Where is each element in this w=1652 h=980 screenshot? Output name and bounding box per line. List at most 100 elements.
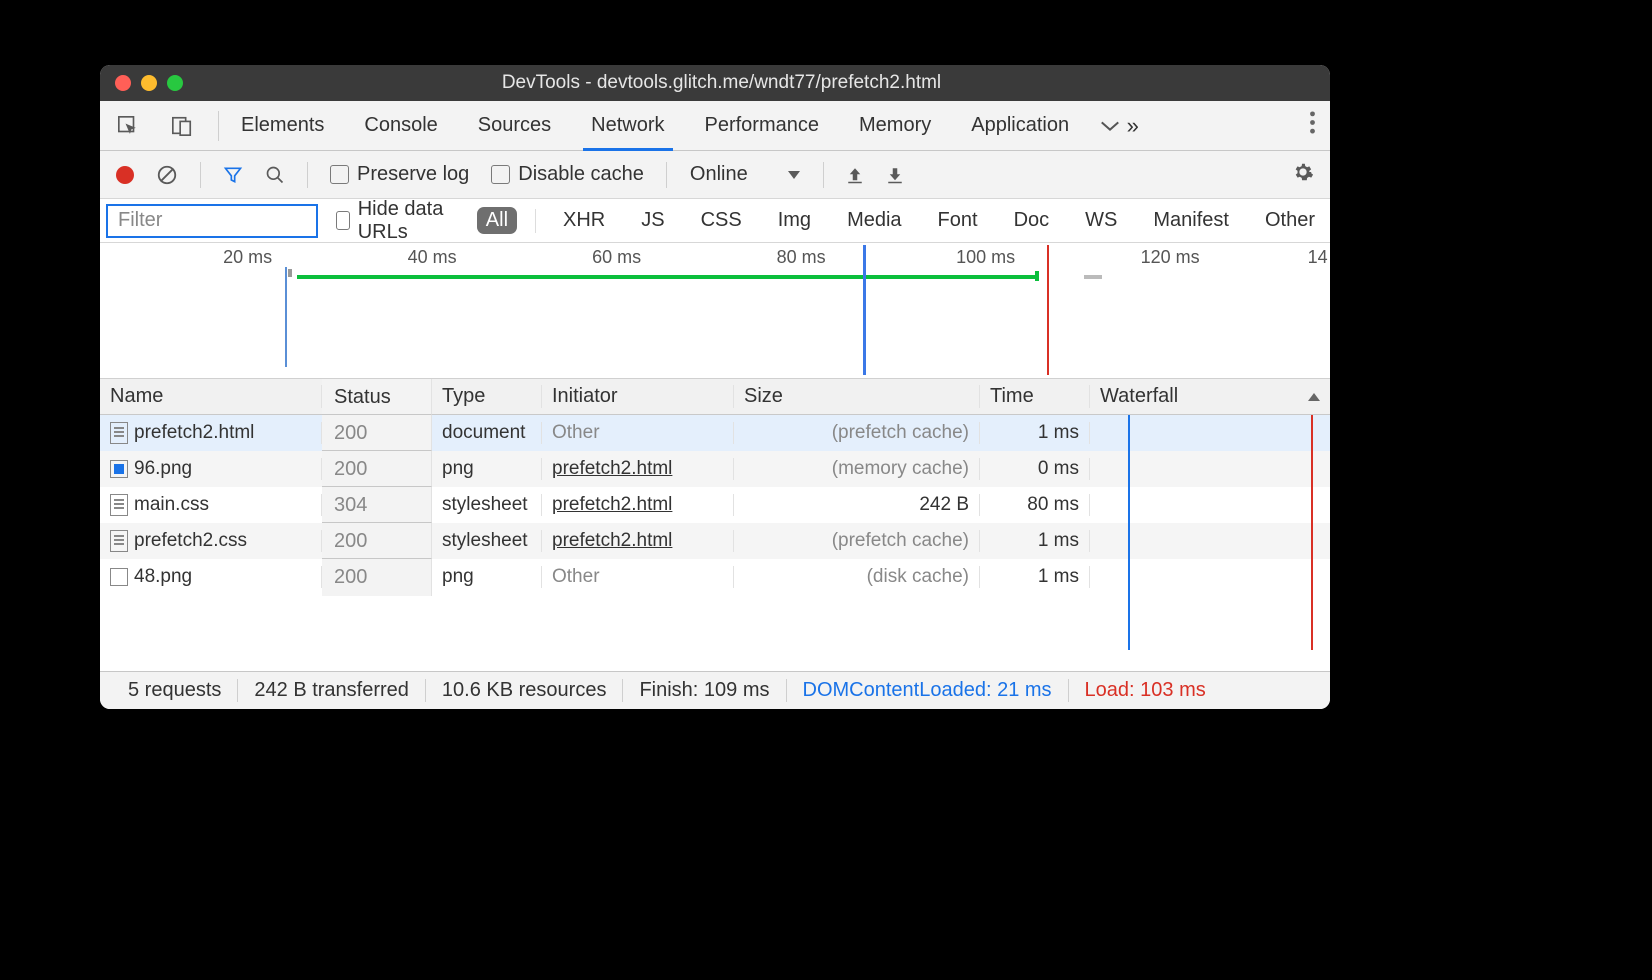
devtools-menu-icon[interactable]: [1309, 111, 1316, 140]
tab-memory[interactable]: Memory: [859, 114, 931, 137]
col-initiator[interactable]: Initiator: [542, 385, 734, 408]
request-name: prefetch2.css: [134, 530, 247, 552]
inspect-element-icon[interactable]: [114, 112, 142, 140]
request-initiator[interactable]: prefetch2.html: [542, 458, 734, 480]
request-size: (memory cache): [734, 458, 980, 480]
filter-chip-css[interactable]: CSS: [692, 207, 751, 234]
filter-chip-ws[interactable]: WS: [1076, 207, 1126, 234]
filter-bar: Filter Hide data URLs All XHR JS CSS Img Medi…: [100, 199, 1330, 243]
col-name[interactable]: Name: [100, 385, 322, 408]
request-name: prefetch2.html: [134, 422, 254, 444]
network-toolbar: Preserve log Disable cache Online: [100, 151, 1330, 199]
col-status[interactable]: Status: [322, 379, 432, 416]
disable-cache-checkbox[interactable]: Disable cache: [491, 163, 644, 186]
file-icon: [110, 530, 128, 552]
status-bar: 5 requests 242 B transferred 10.6 KB res…: [100, 671, 1330, 709]
tab-sources[interactable]: Sources: [478, 114, 551, 137]
more-tabs-icon[interactable]: »: [1099, 113, 1139, 139]
table-header: Name Status Type Initiator Size Time Wat…: [100, 379, 1330, 415]
request-initiator[interactable]: prefetch2.html: [542, 494, 734, 516]
request-time: 80 ms: [980, 494, 1090, 516]
request-status: 304: [322, 486, 432, 524]
tab-console[interactable]: Console: [364, 114, 437, 137]
request-initiator: Other: [542, 422, 734, 444]
request-status: 200: [322, 522, 432, 560]
request-status: 200: [322, 450, 432, 488]
timeline-tick: 80 ms: [777, 247, 826, 268]
minimize-window-button[interactable]: [141, 75, 157, 91]
throttling-select[interactable]: Online: [689, 162, 801, 187]
sort-asc-icon: [1308, 393, 1320, 401]
filter-chip-doc[interactable]: Doc: [1005, 207, 1059, 234]
hide-data-urls-checkbox[interactable]: Hide data URLs: [336, 198, 459, 244]
filter-input[interactable]: Filter: [106, 204, 318, 238]
request-name: main.css: [134, 494, 209, 516]
maximize-window-button[interactable]: [167, 75, 183, 91]
caret-down-icon: [788, 171, 800, 179]
request-initiator[interactable]: prefetch2.html: [542, 530, 734, 552]
search-icon[interactable]: [265, 165, 285, 185]
request-type: stylesheet: [432, 494, 542, 516]
preserve-log-checkbox[interactable]: Preserve log: [330, 163, 469, 186]
filter-chip-all[interactable]: All: [477, 207, 517, 234]
device-toggle-icon[interactable]: [168, 112, 196, 140]
window-titlebar: DevTools - devtools.glitch.me/wndt77/pre…: [100, 65, 1330, 101]
filter-chip-xhr[interactable]: XHR: [554, 207, 614, 234]
request-time: 1 ms: [980, 530, 1090, 552]
tab-elements[interactable]: Elements: [241, 114, 324, 137]
status-resources: 10.6 KB resources: [426, 679, 624, 702]
request-size: 242 B: [734, 494, 980, 516]
col-size[interactable]: Size: [734, 385, 980, 408]
status-requests: 5 requests: [112, 679, 238, 702]
request-time: 1 ms: [980, 566, 1090, 588]
filter-chip-media[interactable]: Media: [838, 207, 910, 234]
filter-chip-other[interactable]: Other: [1256, 207, 1324, 234]
requests-table: Name Status Type Initiator Size Time Wat…: [100, 379, 1330, 671]
request-time: 0 ms: [980, 458, 1090, 480]
timeline-tick: 40 ms: [408, 247, 457, 268]
request-type: stylesheet: [432, 530, 542, 552]
request-status: 200: [322, 414, 432, 452]
timeline-tick: 20 ms: [223, 247, 272, 268]
status-load: Load: 103 ms: [1069, 679, 1222, 702]
status-dcl: DOMContentLoaded: 21 ms: [787, 679, 1069, 702]
image-icon: [110, 460, 128, 478]
col-waterfall[interactable]: Waterfall: [1090, 385, 1330, 408]
close-window-button[interactable]: [115, 75, 131, 91]
upload-har-icon[interactable]: [846, 165, 864, 185]
request-time: 1 ms: [980, 422, 1090, 444]
filter-chip-img[interactable]: Img: [769, 207, 820, 234]
filter-chip-font[interactable]: Font: [929, 207, 987, 234]
tab-performance[interactable]: Performance: [705, 114, 820, 137]
request-size: (prefetch cache): [734, 422, 980, 444]
status-transferred: 242 B transferred: [238, 679, 426, 702]
filter-chip-manifest[interactable]: Manifest: [1144, 207, 1238, 234]
tab-application[interactable]: Application: [971, 114, 1069, 137]
request-type: png: [432, 566, 542, 588]
file-icon: [110, 494, 128, 516]
download-har-icon[interactable]: [886, 165, 904, 185]
request-size: (disk cache): [734, 566, 980, 588]
timeline-overview[interactable]: 20 ms40 ms60 ms80 ms100 ms120 ms14: [100, 243, 1330, 379]
image-icon: [110, 568, 128, 586]
timeline-tick: 60 ms: [592, 247, 641, 268]
request-type: png: [432, 458, 542, 480]
settings-gear-icon[interactable]: [1292, 161, 1314, 189]
window-title: DevTools - devtools.glitch.me/wndt77/pre…: [183, 72, 1330, 94]
request-type: document: [432, 422, 542, 444]
status-finish: Finish: 109 ms: [623, 679, 786, 702]
request-name: 48.png: [134, 566, 192, 588]
col-type[interactable]: Type: [432, 385, 542, 408]
panel-tabs: Elements Console Sources Network Performance…: [100, 101, 1330, 151]
clear-icon[interactable]: [156, 164, 178, 186]
record-button[interactable]: [116, 166, 134, 184]
request-size: (prefetch cache): [734, 530, 980, 552]
devtools-window: DevTools - devtools.glitch.me/wndt77/pre…: [100, 65, 1330, 709]
filter-chip-js[interactable]: JS: [632, 207, 673, 234]
filter-icon[interactable]: [223, 165, 243, 185]
timeline-tick: 100 ms: [956, 247, 1015, 268]
tab-network[interactable]: Network: [591, 114, 664, 137]
request-status: 200: [322, 558, 432, 596]
timeline-tick: 120 ms: [1141, 247, 1200, 268]
col-time[interactable]: Time: [980, 385, 1090, 408]
